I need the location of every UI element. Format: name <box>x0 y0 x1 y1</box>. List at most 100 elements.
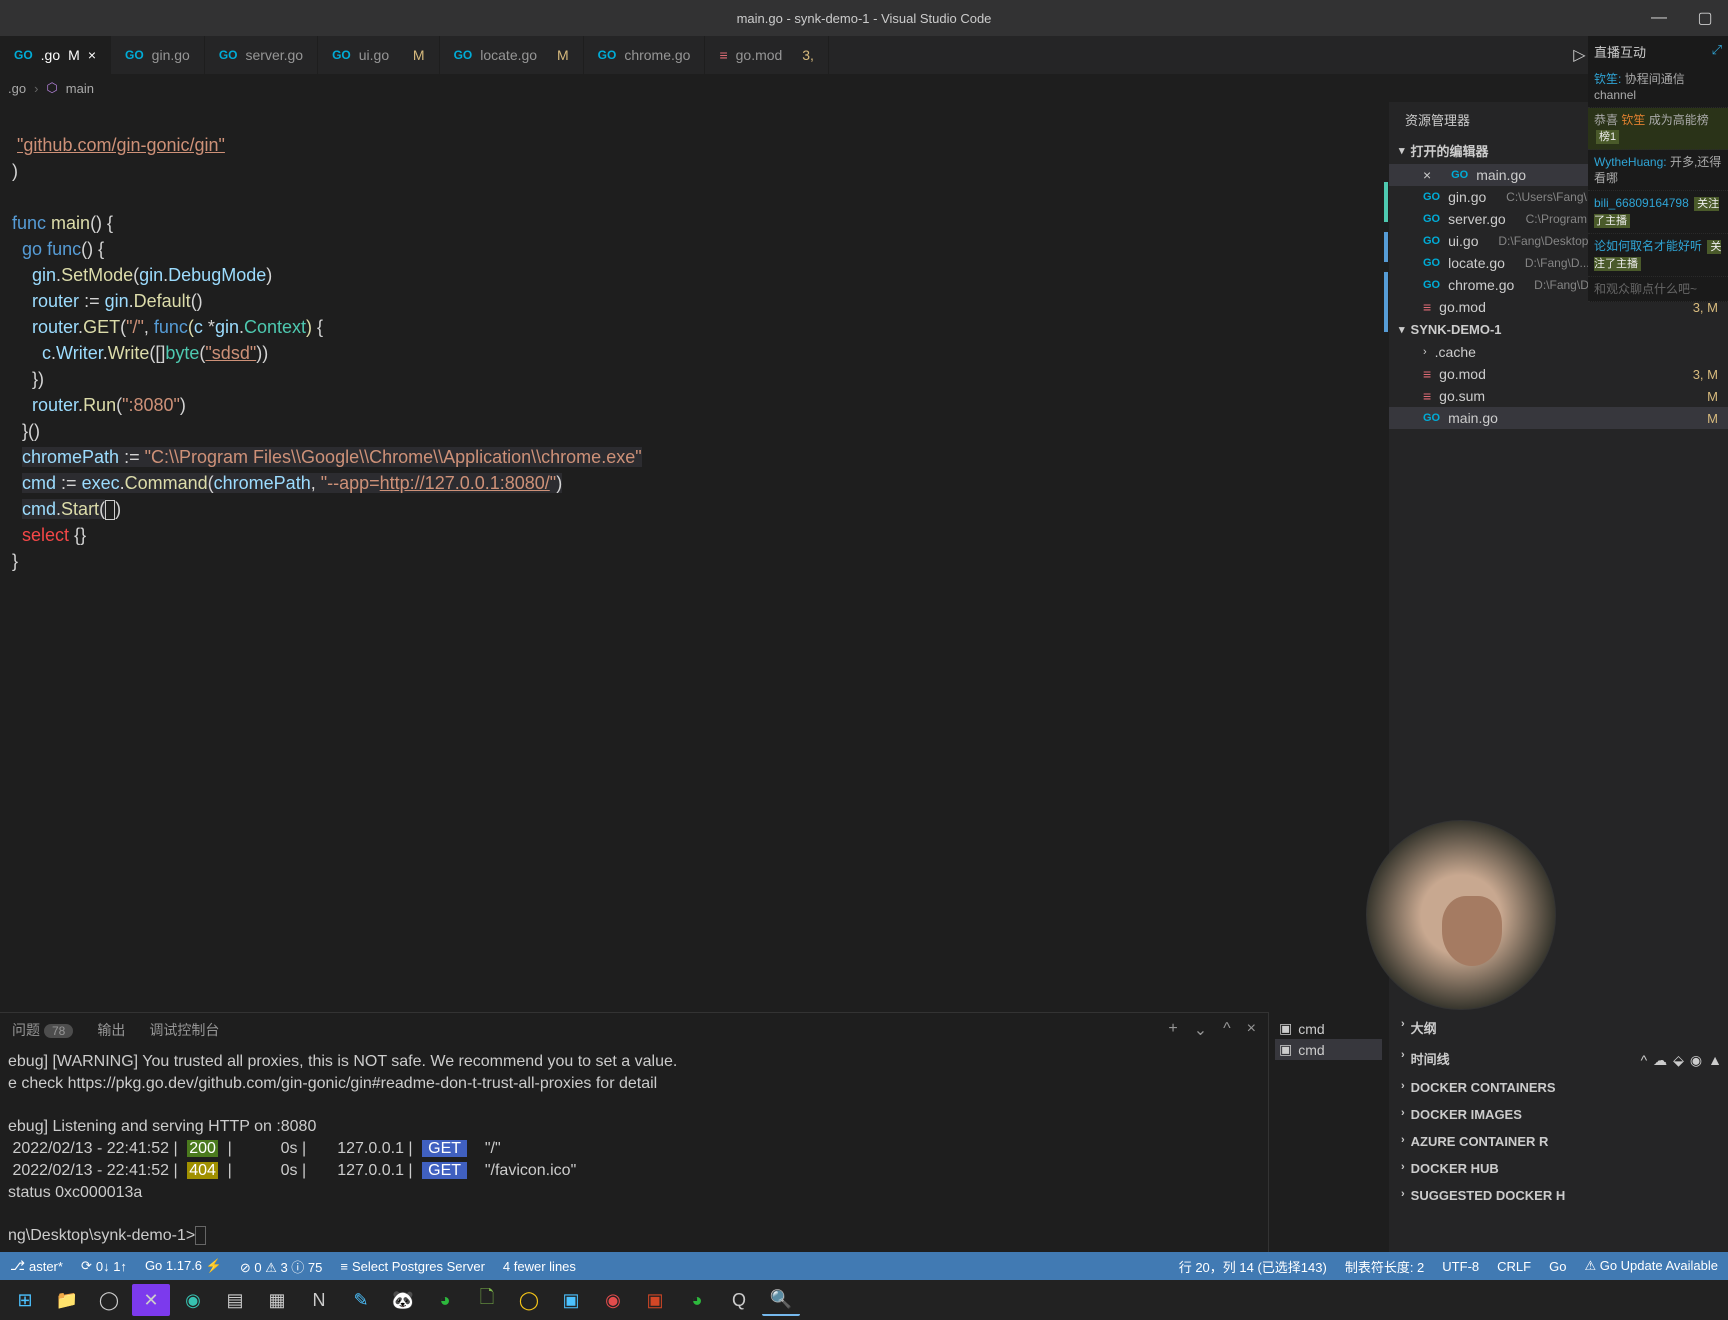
close-icon[interactable]: × <box>1423 167 1431 183</box>
tab-ui-go[interactable]: GOui.go M <box>318 36 439 74</box>
app-icon[interactable]: ▣ <box>552 1284 590 1316</box>
tab-server-go[interactable]: GOserver.go <box>205 36 318 74</box>
panel-tab-output[interactable]: 输出 <box>97 1020 125 1040</box>
maximize-button[interactable]: ▢ <box>1682 0 1728 36</box>
panda-icon[interactable]: 🐼 <box>384 1284 422 1316</box>
chevron-down-icon: ▾ <box>1399 144 1405 157</box>
editor-tabs: GO.goM× GOgin.go GOserver.go GOui.go M G… <box>0 36 1728 74</box>
chevron-right-icon: › <box>1401 1134 1405 1149</box>
go-icon: GO <box>1423 213 1440 225</box>
chat-message: bili_66809164798 关注了主播 <box>1588 191 1728 234</box>
title-bar: main.go - synk-demo-1 - Visual Studio Co… <box>0 0 1728 36</box>
window-controls: — ▢ <box>1636 0 1728 36</box>
outline-section[interactable]: ›AZURE CONTAINER R <box>1389 1128 1728 1155</box>
app-icon[interactable]: ◯ <box>510 1284 548 1316</box>
maximize-panel-icon[interactable]: ^ <box>1223 1020 1231 1040</box>
app-icon[interactable]: 🗋 <box>468 1284 506 1316</box>
files-icon[interactable]: 📁 <box>48 1284 86 1316</box>
app-icon[interactable]: ▤ <box>216 1284 254 1316</box>
terminal-entry[interactable]: ▣cmd <box>1275 1018 1382 1039</box>
symbol-icon: ⬡ <box>46 80 57 96</box>
obs-icon[interactable]: ◯ <box>90 1284 128 1316</box>
taskbar: ⊞ 📁 ◯ ✕ ◉ ▤ ▦ N ✎ 🐼 ◕ 🗋 ◯ ▣ ◉ ▣ ◕ Q 🔍 ^ … <box>0 1280 1728 1320</box>
folder-item[interactable]: ›.cache <box>1389 341 1728 363</box>
start-icon[interactable]: ⊞ <box>6 1284 44 1316</box>
wechat-icon[interactable]: ◕ <box>678 1284 716 1316</box>
chevron-down-icon: ▾ <box>1399 323 1405 336</box>
tab-locate-go[interactable]: GOlocate.go M <box>440 36 584 74</box>
ppt-icon[interactable]: ▣ <box>636 1284 674 1316</box>
tray-icon[interactable]: ☁ <box>1653 1052 1667 1069</box>
tab-main-go[interactable]: GO.goM× <box>0 36 111 74</box>
breadcrumb[interactable]: .go › ⬡ main <box>0 74 1728 102</box>
panel-tab-debug[interactable]: 调试控制台 <box>149 1020 219 1040</box>
file-item[interactable]: GOmain.goM <box>1389 407 1728 429</box>
tray-icon[interactable]: ◉ <box>1690 1052 1702 1069</box>
go-update[interactable]: ⚠ Go Update Available <box>1584 1258 1718 1274</box>
mod-icon: ≡ <box>1423 366 1431 382</box>
problems-status[interactable]: ⊘ 0 ⚠ 3 ⓘ 75 <box>240 1257 323 1276</box>
go-icon: GO <box>332 48 351 62</box>
mod-icon: ≡ <box>719 47 727 63</box>
chevron-right-icon: › <box>1401 1161 1405 1176</box>
branch-status[interactable]: ⎇ aster* <box>10 1258 63 1274</box>
wechat-icon[interactable]: ◕ <box>426 1284 464 1316</box>
expand-icon[interactable]: ⤢ <box>1712 42 1722 61</box>
close-panel-icon[interactable]: × <box>1247 1020 1256 1040</box>
go-icon: GO <box>125 48 144 62</box>
encoding[interactable]: UTF-8 <box>1442 1259 1479 1274</box>
minimize-button[interactable]: — <box>1636 0 1682 36</box>
chevron-right-icon: › <box>1401 1188 1405 1203</box>
panel-tab-problems[interactable]: 问题78 <box>12 1020 73 1040</box>
file-item[interactable]: ≡go.sumM <box>1389 385 1728 407</box>
go-version[interactable]: Go 1.17.6 ⚡ <box>145 1258 222 1274</box>
code-editor[interactable]: "github.com/gin-gonic/gin" ) func main()… <box>0 102 1388 1012</box>
tray-icon[interactable]: ⬙ <box>1673 1052 1684 1069</box>
tab-gin-go[interactable]: GOgin.go <box>111 36 205 74</box>
close-icon[interactable]: × <box>88 47 96 63</box>
tab-go-mod[interactable]: ≡go.mod 3, <box>705 36 828 74</box>
go-icon: GO <box>219 48 238 62</box>
live-chat-panel: 直播互动⤢ 钦笙: 协程间通信channel 恭喜 钦笙 成为高能榜榜1 Wyt… <box>1588 36 1728 302</box>
terminal-entry[interactable]: ▣cmd <box>1275 1039 1382 1060</box>
app-icon[interactable]: ✕ <box>132 1284 170 1316</box>
chat-message: 论如何取名才能好听 关注了主播 <box>1588 234 1728 277</box>
chat-input-placeholder[interactable]: 和观众聊点什么吧~ <box>1588 277 1728 302</box>
tray-icon[interactable]: ▲ <box>1708 1052 1722 1068</box>
outline-section[interactable]: ›大纲 <box>1389 1012 1728 1043</box>
outline-section[interactable]: ›DOCKER IMAGES <box>1389 1101 1728 1128</box>
postgres-status[interactable]: ≡ Select Postgres Server <box>340 1259 485 1274</box>
search-icon[interactable]: 🔍 <box>762 1284 800 1316</box>
tab-chrome-go[interactable]: GOchrome.go <box>584 36 706 74</box>
terminal[interactable]: ebug] [WARNING] You trusted all proxies,… <box>0 1047 1268 1252</box>
tab-size[interactable]: 制表符长度: 2 <box>1345 1257 1424 1276</box>
app-icon[interactable]: ◉ <box>594 1284 632 1316</box>
edge-icon[interactable]: ◉ <box>174 1284 212 1316</box>
window-title: main.go - synk-demo-1 - Visual Studio Co… <box>737 11 992 26</box>
panel: 问题78 输出 调试控制台 + ⌄ ^ × ebug] [WARNING] Yo… <box>0 1012 1268 1252</box>
eol[interactable]: CRLF <box>1497 1259 1531 1274</box>
app-icon[interactable]: ✎ <box>342 1284 380 1316</box>
app-icon[interactable]: ▦ <box>258 1284 296 1316</box>
note-icon[interactable]: N <box>300 1284 338 1316</box>
system-tray[interactable]: ^ ☁ ⬙ ◉ ▲ <box>1641 1040 1722 1080</box>
app-icon[interactable]: Q <box>720 1284 758 1316</box>
go-icon: GO <box>1423 279 1440 291</box>
fewer-lines[interactable]: 4 fewer lines <box>503 1259 576 1274</box>
sync-status[interactable]: ⟳ 0↓ 1↑ <box>81 1258 127 1274</box>
terminal-icon: ▣ <box>1279 1041 1292 1058</box>
tab-modified-dot: M <box>68 47 80 63</box>
file-item[interactable]: ≡go.mod3, M <box>1389 363 1728 385</box>
go-icon: GO <box>14 48 33 62</box>
project-section[interactable]: ▾SYNK-DEMO-1 <box>1389 318 1728 341</box>
outline-section[interactable]: ›DOCKER HUB <box>1389 1155 1728 1182</box>
language-mode[interactable]: Go <box>1549 1259 1566 1274</box>
tray-icon[interactable]: ^ <box>1641 1052 1648 1068</box>
cursor-position[interactable]: 行 20，列 14 (已选择143) <box>1179 1257 1327 1276</box>
add-icon[interactable]: + <box>1168 1020 1177 1040</box>
sum-icon: ≡ <box>1423 388 1431 404</box>
outline-section[interactable]: ›SUGGESTED DOCKER H <box>1389 1182 1728 1209</box>
chevron-down-icon[interactable]: ⌄ <box>1194 1020 1207 1040</box>
chevron-right-icon: › <box>1401 1018 1405 1037</box>
run-icon[interactable]: ▷ <box>1573 45 1585 65</box>
